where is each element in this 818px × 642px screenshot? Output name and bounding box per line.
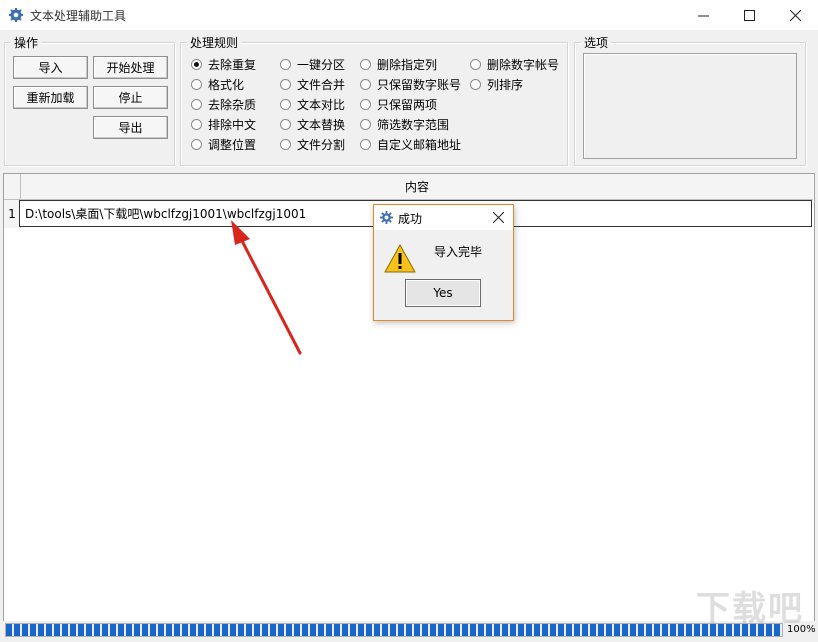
maximize-icon: [743, 9, 755, 21]
radio-file-split[interactable]: 文件分割: [280, 136, 345, 152]
close-icon: [789, 9, 801, 21]
radio-label: 格式化: [208, 77, 245, 92]
radio-dot: [191, 118, 202, 130]
close-icon: [492, 211, 504, 223]
radio-dot: [191, 138, 202, 150]
radio-dot: [191, 78, 202, 90]
dialog-title: 成功: [398, 212, 423, 226]
radio-dot: [360, 118, 371, 130]
radio-one-click-partition[interactable]: 一键分区: [280, 56, 345, 72]
radio-label: 去除杂质: [208, 97, 257, 112]
radio-dot: [470, 78, 481, 90]
radio-dot: [360, 138, 371, 150]
radio-column-sort[interactable]: 列排序: [470, 76, 523, 92]
radio-file-merge[interactable]: 文件合并: [280, 76, 345, 92]
radio-label: 只保留两项: [377, 97, 438, 112]
radio-dot: [280, 78, 291, 90]
minimize-icon: [697, 15, 709, 16]
radio-label: 列排序: [487, 77, 524, 92]
radio-dot: [280, 138, 291, 150]
radio-dot: [360, 98, 371, 110]
radio-label: 删除数字帐号: [487, 57, 560, 72]
title-bar: 文本处理辅助工具: [0, 0, 818, 30]
radio-label: 筛选数字范围: [377, 117, 450, 132]
radio-dot: [360, 58, 371, 70]
minimize-button[interactable]: [680, 0, 726, 30]
radio-delete-column[interactable]: 删除指定列: [360, 56, 437, 72]
yes-button[interactable]: Yes: [405, 279, 481, 307]
warning-icon: [384, 244, 416, 273]
radio-dot: [280, 98, 291, 110]
radio-text-replace[interactable]: 文本替换: [280, 116, 345, 132]
export-button[interactable]: 导出: [93, 116, 168, 139]
radio-label: 调整位置: [208, 137, 257, 152]
success-dialog: 成功 导入完毕 Yes: [373, 204, 514, 321]
radio-label: 文本替换: [297, 117, 346, 132]
radio-dot: [360, 78, 371, 90]
radio-adjust-position[interactable]: 调整位置: [191, 136, 256, 152]
radio-dot: [191, 58, 202, 70]
import-button[interactable]: 导入: [13, 56, 88, 79]
radio-dot: [280, 58, 291, 70]
operations-group: 操作 导入 开始处理 重新加载 停止 导出: [4, 34, 175, 166]
dialog-body: 导入完毕 Yes: [374, 230, 513, 320]
stop-button[interactable]: 停止: [93, 86, 168, 109]
window-title: 文本处理辅助工具: [30, 9, 127, 23]
radio-label: 文件合并: [297, 77, 346, 92]
rules-group-title: 处理规则: [187, 34, 242, 51]
radio-label: 排除中文: [208, 117, 257, 132]
radio-label: 文件分割: [297, 137, 346, 152]
radio-label: 去除重复: [208, 57, 257, 72]
dialog-message: 导入完毕: [434, 245, 483, 259]
radio-format[interactable]: 格式化: [191, 76, 244, 92]
watermark: 下载吧: [696, 589, 804, 629]
radio-dot: [280, 118, 291, 130]
radio-dot: [470, 58, 481, 70]
radio-dot: [191, 98, 202, 110]
radio-label: 自定义邮箱地址: [377, 137, 462, 152]
radio-keep-numeric-accounts[interactable]: 只保留数字账号: [360, 76, 461, 92]
status-bar: 100%: [3, 621, 816, 639]
radio-exclude-chinese[interactable]: 排除中文: [191, 116, 256, 132]
options-panel: [583, 53, 797, 159]
grid-corner: [4, 174, 21, 200]
radio-custom-email[interactable]: 自定义邮箱地址: [360, 136, 461, 152]
dialog-close-button[interactable]: [489, 208, 507, 226]
radio-label: 文本对比: [297, 97, 346, 112]
operations-group-title: 操作: [11, 34, 42, 51]
reload-button[interactable]: 重新加载: [13, 86, 88, 109]
start-processing-button[interactable]: 开始处理: [93, 56, 168, 79]
dialog-title-bar: 成功: [374, 205, 513, 230]
radio-keep-two-items[interactable]: 只保留两项: [360, 96, 437, 112]
maximize-button[interactable]: [726, 0, 772, 30]
radio-remove-impurities[interactable]: 去除杂质: [191, 96, 256, 112]
options-group-title: 选项: [581, 34, 612, 51]
radio-label: 只保留数字账号: [377, 77, 462, 92]
rules-group: 处理规则 去除重复 格式化 去除杂质 排除中文 调整位置 一键分区 文件合并 文…: [180, 34, 568, 166]
radio-label: 删除指定列: [377, 57, 438, 72]
gear-icon: [9, 8, 23, 22]
radio-text-compare[interactable]: 文本对比: [280, 96, 345, 112]
progress-fill: [6, 624, 782, 636]
radio-delete-numeric-accounts[interactable]: 删除数字帐号: [470, 56, 559, 72]
radio-filter-number-range[interactable]: 筛选数字范围: [360, 116, 449, 132]
radio-label: 一键分区: [297, 57, 346, 72]
close-button[interactable]: [772, 0, 818, 30]
radio-dedupe[interactable]: 去除重复: [191, 56, 256, 72]
gear-icon: [380, 211, 393, 224]
progress-bar: [5, 623, 783, 637]
column-header-content[interactable]: 内容: [21, 174, 813, 200]
